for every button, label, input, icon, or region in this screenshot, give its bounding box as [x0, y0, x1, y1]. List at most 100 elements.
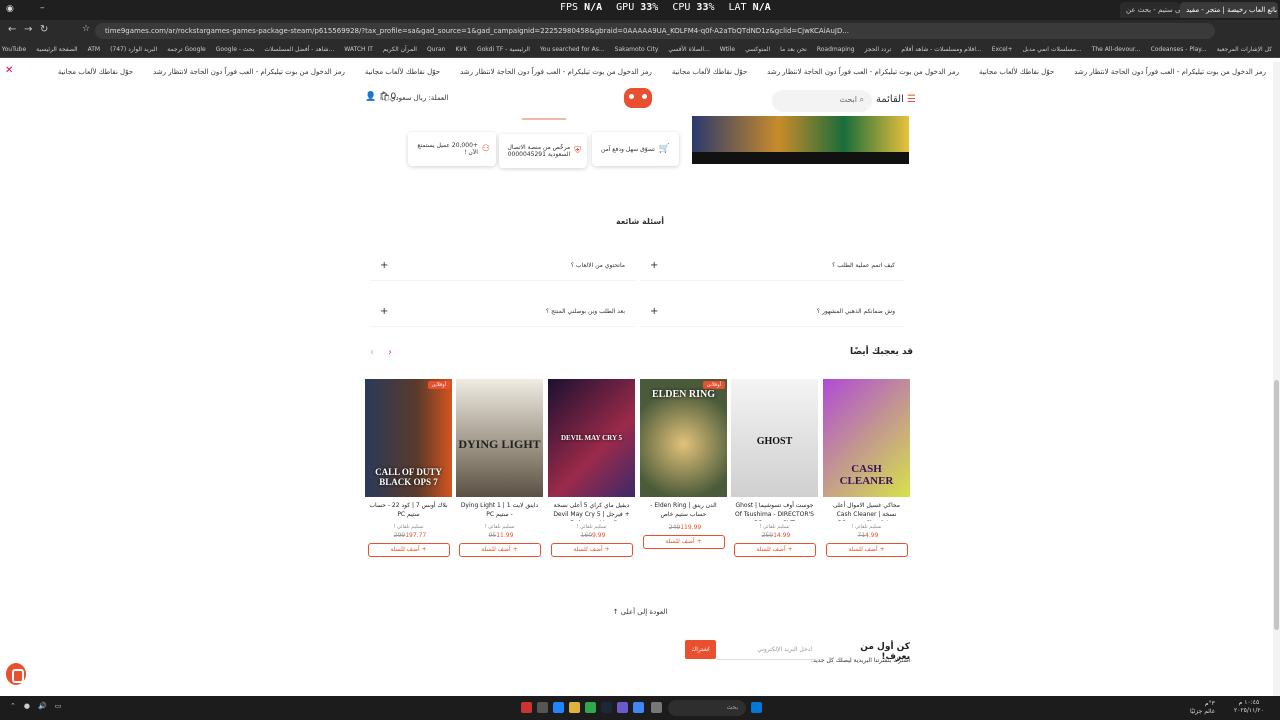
faq-item[interactable]: بعد الطلب وين بوصلني المنتج ؟ +	[370, 297, 635, 327]
currency-selector[interactable]: العملة: ريال سعودي	[390, 94, 448, 102]
taskbar-search[interactable]: بحث	[668, 700, 746, 716]
forward-icon[interactable]: →	[24, 24, 32, 35]
product-card[interactable]: أوفلاين ELDEN RING الدن رينق | Elden Ring…	[640, 379, 727, 567]
product-card[interactable]: CASH CLEANER محاكي غسيل الاموال أعلى نسخ…	[823, 379, 910, 567]
clock[interactable]: ١٠:٤٥ م ٢٠٢٥/١١/٢٠	[1234, 699, 1264, 715]
bookmark[interactable]: Codeanses - Play...	[1151, 46, 1207, 53]
shield-icon: ⛨	[574, 146, 581, 156]
add-to-cart-button[interactable]: + أضف للسلة	[733, 543, 816, 557]
app-icon[interactable]	[651, 702, 662, 713]
bookmark[interactable]: You searched for As...	[540, 46, 605, 53]
product-name[interactable]: جوست أوف تسوشيما | Ghost Of Tsushima - D…	[731, 501, 818, 521]
bookmark[interactable]: Gokdi TF - الرئيسية	[477, 46, 530, 53]
bookmark[interactable]: Google - بحث	[216, 46, 255, 53]
product-image[interactable]: DEVIL MAY CRY 5	[548, 379, 635, 497]
edge-icon[interactable]	[553, 702, 564, 713]
scrollbar-thumb[interactable]	[1274, 380, 1279, 630]
url-input[interactable]: time9games.com/ar/rockstargames-games-pa…	[95, 23, 1215, 39]
divider	[522, 104, 566, 120]
battery-icon[interactable]: ▭	[55, 702, 62, 710]
bookmark[interactable]: Roadmaping	[817, 46, 855, 53]
bookmark[interactable]: المرآن الكريم	[383, 46, 417, 53]
xbox-icon[interactable]	[585, 702, 596, 713]
product-image[interactable]: أوفلاين CALL OF DUTY BLACK OPS 7	[365, 379, 452, 497]
bookmark[interactable]: Wtile	[720, 46, 735, 53]
faq-item[interactable]: وش ضمانكم الذهبي المشهور ؟ +	[640, 297, 905, 327]
windows-start-icon[interactable]	[751, 702, 762, 713]
browser-tab[interactable]: لعبة بولين على ستيم - بحث عن...	[1120, 2, 1180, 18]
plus-icon: +	[650, 260, 659, 271]
faq-item[interactable]: ماتحتوي من الالعاب ؟ +	[370, 251, 635, 281]
product-card[interactable]: GHOST جوست أوف تسوشيما | Ghost Of Tsushi…	[731, 379, 818, 567]
bookmark[interactable]: Kirk	[455, 46, 467, 53]
chrome-icon[interactable]	[633, 702, 644, 713]
bookmark[interactable]: شاهد - أفضل المسلسلات...	[264, 46, 334, 53]
add-to-cart-button[interactable]: + أضف للسلة	[550, 543, 633, 557]
bookmark[interactable]: المتوكسي	[745, 46, 770, 53]
product-image[interactable]: CASH CLEANER	[823, 379, 910, 497]
bookmark[interactable]: ATM	[88, 46, 100, 53]
product-name[interactable]: الدن رينق | Elden Ring - حساب ستيم خاص	[640, 501, 727, 521]
subscribe-button[interactable]: اشتراك	[685, 640, 716, 659]
app-icon[interactable]	[617, 702, 628, 713]
chat-icon[interactable]	[6, 663, 26, 685]
cpu-value: 33	[696, 2, 709, 13]
add-to-cart-button[interactable]: + أضف للسلة	[458, 543, 541, 557]
bookmark[interactable]: YouTube	[2, 46, 26, 53]
bookmark[interactable]: الصفحة الرئيسية	[36, 46, 77, 53]
menu-button[interactable]: ☰ القائمة	[876, 94, 916, 105]
bookmark[interactable]: ترجمة Google	[167, 46, 205, 53]
search-input[interactable]: ⌕ ابحث	[772, 90, 872, 112]
bookmark[interactable]: افلام ومسلسلات - شاهد أفلام...	[901, 46, 981, 53]
bookmark[interactable]: WATCH IT	[344, 46, 373, 53]
product-image[interactable]: أوفلاين ELDEN RING	[640, 379, 727, 497]
bookmark[interactable]: مسلسلات انمي مدبل...	[1023, 46, 1082, 53]
browser-tab-active[interactable]: بائع العاب رخيصة | متجر - مفيد ...	[1180, 2, 1278, 18]
app-icon[interactable]	[521, 702, 532, 713]
email-field[interactable]: ادخل البريد الإلكتروني	[716, 640, 816, 660]
product-card[interactable]: DEVIL MAY CRY 5 ديفيل ماي كراي 5 أعلى نس…	[548, 379, 635, 567]
product-name[interactable]: محاكي غسيل الاموال أعلى نسخة | Cash Clea…	[823, 501, 910, 521]
bookmark[interactable]: تردد الحجز	[865, 46, 892, 53]
back-to-top-link[interactable]: العودة إلى أعلى ↑	[0, 608, 1280, 616]
logo[interactable]	[624, 88, 652, 108]
product-name[interactable]: ديفيل ماي كراي 5 أعلى نسخة + فيرجل | Dev…	[548, 501, 635, 521]
product-card[interactable]: DYING LIGHT داينق لايت 1 | Dying Light 1…	[456, 379, 543, 567]
close-icon[interactable]: ✕	[5, 65, 13, 76]
steam-icon[interactable]	[601, 702, 612, 713]
product-name[interactable]: داينق لايت 1 | Dying Light 1 - ستيم PC	[456, 501, 543, 521]
add-to-cart-button[interactable]: + أضف للسلة	[825, 543, 908, 557]
star-icon[interactable]: ☆	[82, 24, 90, 34]
bookmark[interactable]: (747) البريد الوارد	[110, 46, 157, 53]
cart-button[interactable]: 👤 🛍0	[365, 92, 396, 102]
chevron-up-icon[interactable]: ⌃	[10, 702, 16, 710]
faq-item[interactable]: كيف اتمم عملية الطلب ؟ +	[640, 251, 905, 281]
bookmark[interactable]: The All-devour...	[1092, 46, 1141, 53]
add-to-cart-button[interactable]: + أضف للسلة	[642, 535, 725, 549]
old-price: 249	[668, 524, 681, 531]
mic-icon[interactable]: ●	[24, 702, 30, 710]
product-image[interactable]: GHOST	[731, 379, 818, 497]
bookmark[interactable]: نحن بعد ما	[780, 46, 807, 53]
bookmark[interactable]: Sakamoto City	[615, 46, 659, 53]
minimize-icon[interactable]: –	[40, 3, 45, 13]
chevron-left-icon[interactable]: ‹	[370, 347, 374, 358]
reload-icon[interactable]: ↻	[40, 24, 48, 35]
add-to-cart-button[interactable]: + أضف للسلة	[367, 543, 450, 557]
browser-menu-icon[interactable]: ◉	[6, 4, 14, 14]
product-card[interactable]: أوفلاين CALL OF DUTY BLACK OPS 7 بلاك أوب…	[365, 379, 452, 567]
volume-icon[interactable]: 🔊	[38, 702, 47, 710]
bookmark[interactable]: كل الإشارات المرجعية	[1217, 46, 1272, 53]
bookmark[interactable]: Quran	[427, 46, 445, 53]
app-icon[interactable]	[537, 702, 548, 713]
bookmark[interactable]: Excel+	[992, 46, 1013, 53]
back-icon[interactable]: ←	[8, 24, 16, 35]
product-name[interactable]: بلاك أوبس 7 | كود 22 - حساب ستيم PC	[365, 501, 452, 521]
hamburger-icon: ☰	[907, 94, 917, 105]
product-image[interactable]: DYING LIGHT	[456, 379, 543, 497]
weather-widget[interactable]: ٣°م غائم جزئيًا	[1190, 700, 1215, 716]
gpu-unit: %	[652, 2, 659, 13]
folder-icon[interactable]	[569, 702, 580, 713]
chevron-right-icon[interactable]: ›	[388, 347, 392, 358]
bookmark[interactable]: الصلاة الأقسي...	[668, 46, 709, 53]
